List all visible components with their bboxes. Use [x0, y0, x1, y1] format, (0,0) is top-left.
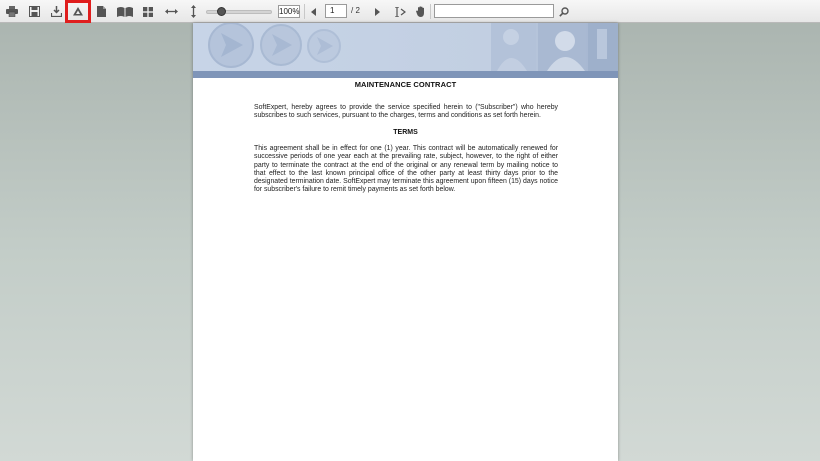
zoom-slider-track[interactable]: [206, 10, 272, 14]
search-input[interactable]: [434, 4, 554, 18]
fit-height-icon: [190, 5, 196, 18]
zoom-level-display[interactable]: 100%: [278, 5, 300, 18]
print-icon: [6, 6, 18, 17]
fit-width-icon: [164, 9, 178, 14]
save-button[interactable]: [23, 1, 45, 22]
page-total-label: / 2: [351, 6, 360, 15]
single-page-icon: [96, 6, 106, 17]
previous-page-button[interactable]: [304, 1, 324, 22]
terms-paragraph: This agreement shall be in effect for on…: [254, 145, 558, 194]
hand-icon: [416, 6, 424, 17]
toolbar-separator: [430, 4, 431, 19]
fit-height-button[interactable]: [182, 1, 204, 22]
download-icon: [50, 6, 62, 17]
zoom-slider-handle[interactable]: [217, 7, 227, 16]
chevron-right-icon: [375, 7, 380, 16]
document-title: MAINTENANCE CONTRACT: [354, 80, 457, 89]
single-page-button[interactable]: [90, 1, 112, 22]
letterhead-banner-image: [193, 23, 618, 78]
intro-paragraph: SoftExpert, hereby agrees to provide the…: [254, 104, 558, 120]
terms-heading: TERMS: [393, 129, 418, 136]
two-page-icon: [117, 7, 133, 17]
banner-bottom-bar: [193, 71, 618, 78]
google-drive-icon: [73, 7, 83, 16]
viewer-toolbar: 100% 1 / 2: [0, 0, 820, 23]
print-button[interactable]: [1, 1, 23, 22]
two-page-button[interactable]: [114, 1, 136, 22]
search-icon: [559, 6, 569, 17]
fit-width-button[interactable]: [160, 1, 182, 22]
search-button[interactable]: [555, 1, 573, 22]
save-icon: [28, 6, 40, 17]
text-cursor-icon: [395, 6, 406, 17]
google-drive-button[interactable]: [65, 0, 91, 23]
grid-view-button[interactable]: [137, 1, 159, 22]
grid-view-icon: [143, 6, 153, 17]
download-button[interactable]: [45, 1, 67, 22]
text-select-button[interactable]: [389, 1, 411, 22]
chevron-left-icon: [311, 7, 316, 16]
pan-tool-button[interactable]: [410, 1, 432, 22]
page-number-input[interactable]: 1: [325, 4, 347, 18]
document-page: MAINTENANCE CONTRACT SoftExpert, hereby …: [193, 23, 618, 461]
next-page-button[interactable]: [367, 1, 387, 22]
